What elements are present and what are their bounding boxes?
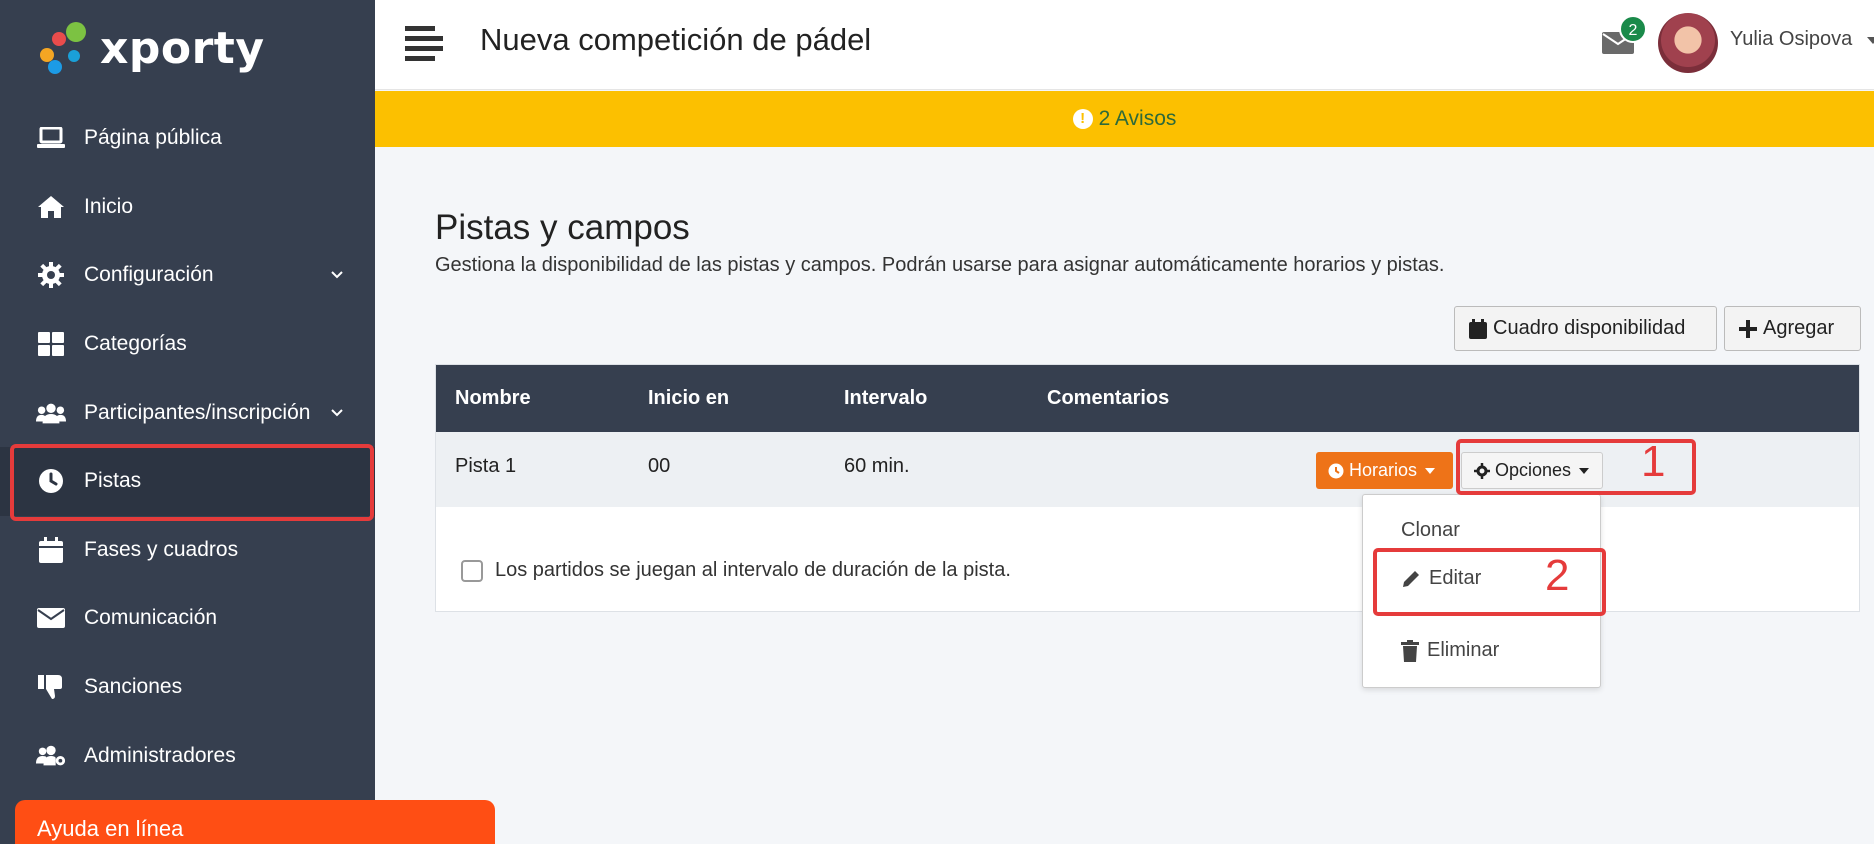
sidebar-item-pagina-publica[interactable]: Página pública xyxy=(0,104,375,173)
sidebar-item-configuracion[interactable]: Configuración xyxy=(0,241,375,310)
annotation-step-2: 2 xyxy=(1545,551,1570,600)
users-cog-icon xyxy=(36,742,66,770)
user-name[interactable]: Yulia Osipova xyxy=(1730,28,1852,51)
gear-icon xyxy=(36,261,66,289)
sidebar-item-label: Categorías xyxy=(84,332,187,356)
envelope-icon xyxy=(36,604,66,632)
menu-item-clone-label: Clonar xyxy=(1401,519,1460,541)
users-icon xyxy=(36,399,66,427)
menu-item-delete-label: Eliminar xyxy=(1427,639,1500,661)
sidebar-item-label: Inicio xyxy=(84,194,134,218)
cell-interval: 60 min. xyxy=(844,455,910,477)
interval-checkbox-row[interactable]: Los partidos se juegan al intervalo de d… xyxy=(461,559,1011,582)
help-label: Ayuda en línea xyxy=(37,816,184,841)
menu-item-clone[interactable]: Clonar xyxy=(1401,519,1460,542)
availability-button-label: Cuadro disponibilidad xyxy=(1493,317,1686,339)
thumbs-down-icon xyxy=(36,673,66,701)
annotation-step-1: 1 xyxy=(1641,437,1666,486)
trash-icon xyxy=(1401,639,1419,662)
sidebar-item-label: Página pública xyxy=(84,126,222,150)
interval-checkbox[interactable] xyxy=(461,559,483,582)
sidebar-item-comunicacion[interactable]: Comunicación xyxy=(0,584,375,653)
plus-icon xyxy=(1739,319,1757,338)
chevron-down-icon xyxy=(327,265,347,285)
availability-button[interactable]: Cuadro disponibilidad xyxy=(1454,306,1717,351)
cell-start: 00 xyxy=(648,455,671,477)
sidebar-item-label: Sanciones xyxy=(84,675,183,699)
sidebar-item-label: Configuración xyxy=(84,263,214,287)
section-description: Gestiona la disponibilidad de las pistas… xyxy=(435,254,1445,276)
avatar[interactable] xyxy=(1658,13,1718,73)
exclamation-circle-icon: ! xyxy=(1072,109,1093,129)
schedules-button[interactable]: Horarios xyxy=(1316,452,1453,489)
caret-down-icon[interactable] xyxy=(1867,37,1874,44)
logo-text: xporty xyxy=(100,22,265,74)
col-header-nombre: Nombre xyxy=(455,387,531,409)
cell-name: Pista 1 xyxy=(455,455,517,477)
add-button[interactable]: Agregar xyxy=(1724,306,1861,351)
hamburger-menu-icon[interactable] xyxy=(405,26,443,62)
caret-down-icon xyxy=(1425,467,1436,474)
logo[interactable]: xporty xyxy=(38,20,265,76)
sidebar-item-inicio[interactable]: Inicio xyxy=(0,173,375,242)
sidebar-item-fases[interactable]: Fases y cuadros xyxy=(0,516,375,585)
col-header-intervalo: Intervalo xyxy=(844,387,928,409)
sidebar-item-label: Participantes/inscripción xyxy=(84,400,311,424)
sidebar: xporty Página pública Inicio Configuraci… xyxy=(0,0,375,844)
home-icon xyxy=(36,193,66,221)
table-header: Nombre Inicio en Intervalo Comentarios xyxy=(436,365,1859,432)
chevron-down-icon xyxy=(327,403,347,423)
logo-mark-icon xyxy=(38,20,94,76)
col-header-comentarios: Comentarios xyxy=(1047,387,1170,409)
section-title: Pistas y campos xyxy=(435,208,690,247)
add-button-label: Agregar xyxy=(1763,317,1835,339)
calendar-icon xyxy=(36,536,66,564)
sidebar-item-participantes[interactable]: Participantes/inscripción xyxy=(0,378,375,447)
sidebar-item-administradores[interactable]: Administradores xyxy=(0,721,375,790)
sidebar-item-label: Comunicación xyxy=(84,606,218,630)
calendar-icon xyxy=(1469,318,1487,339)
clock-icon xyxy=(1328,463,1344,479)
sidebar-item-label: Fases y cuadros xyxy=(84,537,239,561)
topbar: Nueva competición de pádel 2 Yulia Osipo… xyxy=(375,0,1874,90)
col-header-inicio: Inicio en xyxy=(648,387,730,409)
interval-checkbox-label: Los partidos se juegan al intervalo de d… xyxy=(495,559,1011,581)
sidebar-item-sanciones[interactable]: Sanciones xyxy=(0,653,375,722)
alert-text: 2 Avisos xyxy=(1098,107,1177,130)
sidebar-item-categorias[interactable]: Categorías xyxy=(0,310,375,379)
mail-count-badge: 2 xyxy=(1619,15,1647,43)
laptop-icon xyxy=(36,124,66,152)
page-title: Nueva competición de pádel xyxy=(480,22,872,57)
sidebar-item-label: Administradores xyxy=(84,743,236,767)
menu-item-delete[interactable]: Eliminar xyxy=(1401,639,1499,662)
highlight-edit-box xyxy=(1373,548,1606,616)
grid-icon xyxy=(36,330,66,358)
highlight-pistas-box xyxy=(10,444,374,521)
alert-bar[interactable]: ! 2 Avisos xyxy=(375,91,1874,147)
help-button[interactable]: Ayuda en línea xyxy=(15,800,495,844)
schedules-button-label: Horarios xyxy=(1349,460,1418,480)
